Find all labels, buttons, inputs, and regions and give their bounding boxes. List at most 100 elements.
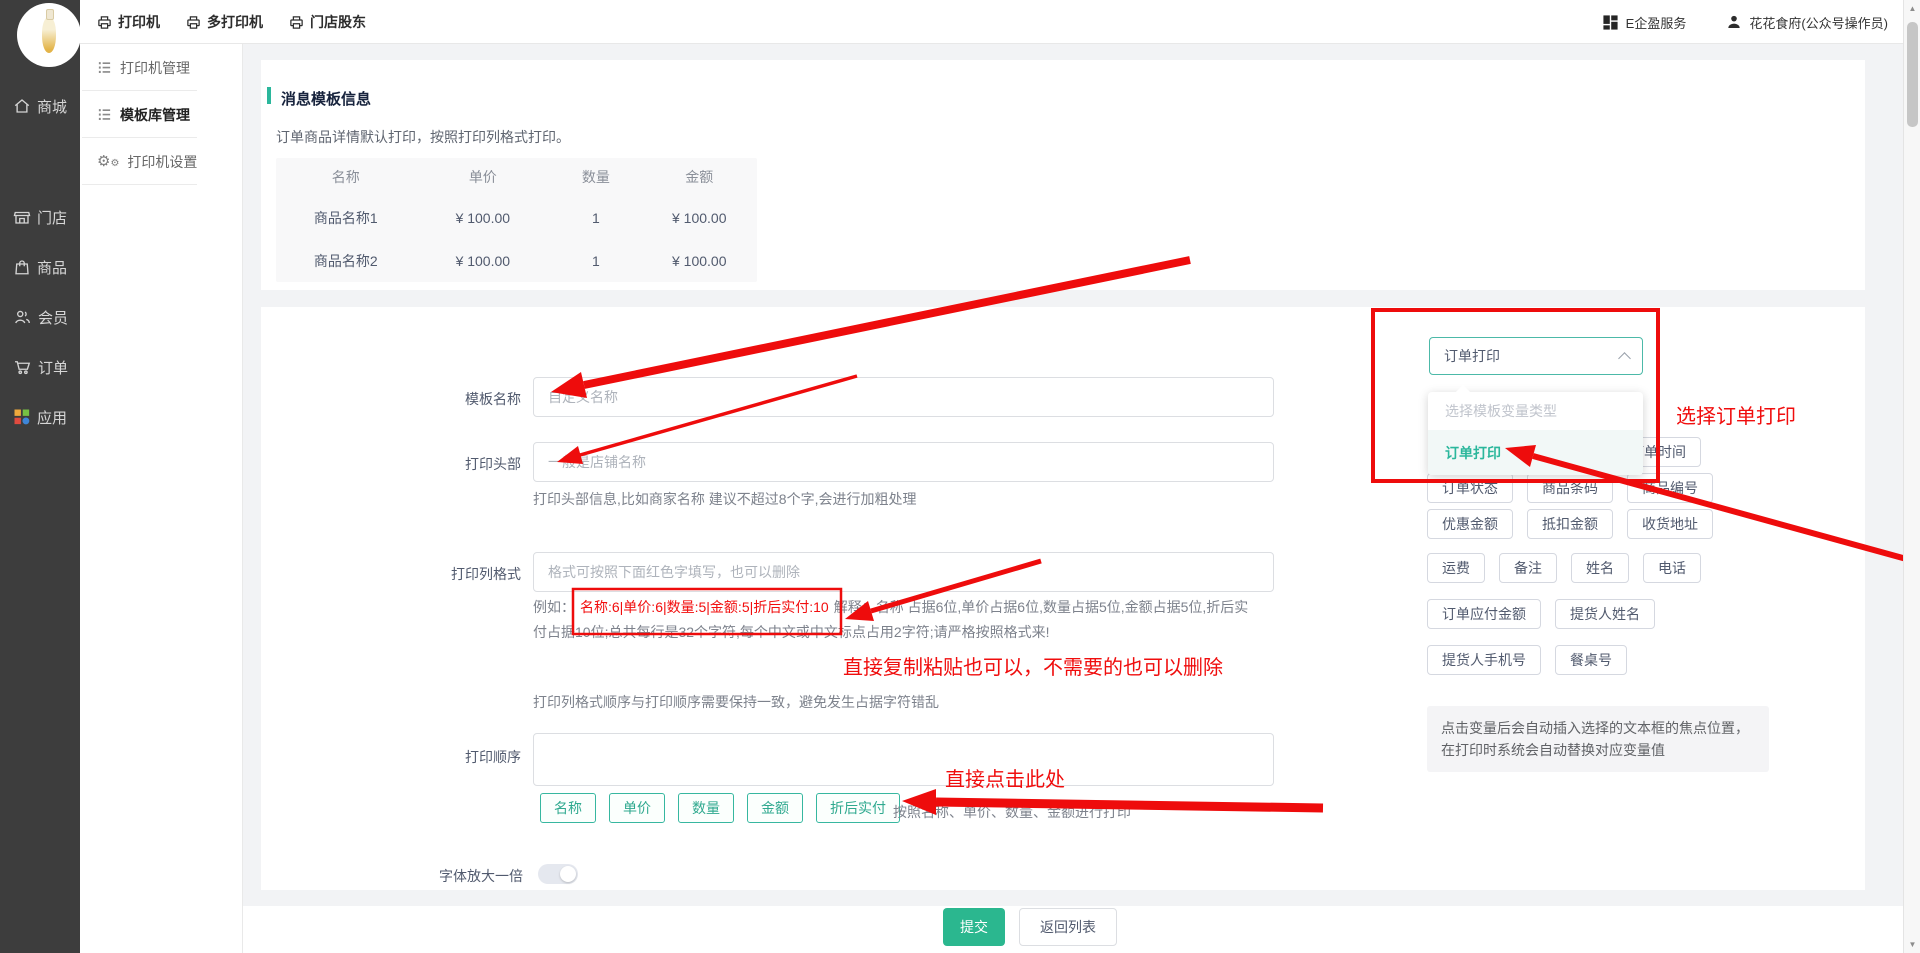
navbar-item-多打印机[interactable]: 多打印机 bbox=[186, 12, 263, 32]
goods-icon bbox=[13, 258, 31, 276]
cart-icon bbox=[13, 358, 32, 376]
service-entry[interactable]: E企盈服务 bbox=[1602, 13, 1687, 32]
navbar-item-门店股东[interactable]: 门店股东 bbox=[289, 12, 366, 32]
submenu-item-模板库管理[interactable]: 模板库管理 bbox=[80, 91, 242, 138]
home-icon bbox=[13, 97, 31, 115]
sidebar-item-label: 订单 bbox=[38, 357, 68, 378]
variable-tag-备注[interactable]: 备注 bbox=[1499, 553, 1557, 583]
avatar[interactable] bbox=[17, 3, 81, 67]
variable-tag-row: 优惠金额抵扣金额收货地址 bbox=[1427, 509, 1713, 539]
example-format-red: 名称:6|单价:6|数量:5|金额:5|折后实付:10 bbox=[580, 599, 829, 615]
service-label: E企盈服务 bbox=[1626, 13, 1687, 32]
table-cell: ¥ 100.00 bbox=[642, 210, 757, 226]
panel-description: 订单商品详情默认打印，按照打印列格式打印。 bbox=[276, 127, 570, 147]
variable-tag-商品编号[interactable]: 商品编号 bbox=[1627, 473, 1713, 503]
variable-tag-电话[interactable]: 电话 bbox=[1643, 553, 1701, 583]
submenu-item-label: 模板库管理 bbox=[120, 105, 190, 125]
navbar-item-打印机[interactable]: 打印机 bbox=[97, 12, 160, 32]
panel-title: 消息模板信息 bbox=[281, 88, 371, 109]
navbar-item-label: 多打印机 bbox=[207, 12, 263, 32]
print-header-input[interactable] bbox=[533, 442, 1274, 482]
chevron-up-icon bbox=[1618, 352, 1631, 365]
scroll-down-arrow[interactable]: ▼ bbox=[1904, 940, 1920, 949]
print-header-label: 打印头部 bbox=[376, 454, 521, 474]
order-tag-名称[interactable]: 名称 bbox=[540, 793, 596, 823]
submenu-item-打印机设置[interactable]: ⚙⚙ 打印机设置 bbox=[80, 138, 242, 185]
sidebar-item-label: 会员 bbox=[38, 307, 68, 328]
print-header-help: 打印头部信息,比如商家名称 建议不超过8个字,会进行加粗处理 bbox=[533, 489, 916, 509]
variable-tag-运费[interactable]: 运费 bbox=[1427, 553, 1485, 583]
order-tag-list: 名称单价数量金额折后实付 bbox=[540, 793, 900, 823]
sidebar-item-应用[interactable]: 应用 bbox=[0, 403, 80, 431]
submenu-item-label: 打印机设置 bbox=[127, 152, 197, 172]
scrollbar-thumb[interactable] bbox=[1907, 22, 1918, 127]
page-scrollbar[interactable]: ▲ ▼ bbox=[1903, 0, 1920, 953]
variable-type-dropdown: 选择模板变量类型订单打印 bbox=[1428, 392, 1643, 475]
variable-tag-优惠金额[interactable]: 优惠金额 bbox=[1427, 509, 1513, 539]
sidebar-item-商品[interactable]: 商品 bbox=[0, 253, 80, 281]
top-navbar: 打印机 多打印机 门店股东 E企盈服务 花花食府(公众号操作员) bbox=[80, 0, 1920, 44]
table-header-cell: 单价 bbox=[415, 167, 550, 187]
title-accent-bar bbox=[267, 87, 271, 104]
sidebar-item-商城[interactable]: 商城 bbox=[0, 92, 80, 120]
variable-note: 点击变量后会自动插入选择的文本框的焦点位置， 在打印时系统会自动替换对应变量值 bbox=[1427, 706, 1769, 772]
submit-button[interactable]: 提交 bbox=[943, 908, 1005, 946]
variable-tag-收货地址[interactable]: 收货地址 bbox=[1627, 509, 1713, 539]
table-row: 商品名称1¥ 100.001¥ 100.00 bbox=[276, 196, 757, 239]
table-cell: 1 bbox=[550, 210, 641, 226]
variable-tag-姓名[interactable]: 姓名 bbox=[1571, 553, 1629, 583]
sub-sidebar: 打印机管理模板库管理 ⚙⚙ 打印机设置 bbox=[80, 44, 243, 953]
table-header-cell: 数量 bbox=[550, 167, 641, 187]
sidebar-item-订单[interactable]: 订单 bbox=[0, 353, 80, 381]
back-to-list-button[interactable]: 返回列表 bbox=[1019, 908, 1117, 946]
gears-icon: ⚙⚙ bbox=[97, 154, 119, 169]
print-order-textarea[interactable] bbox=[533, 733, 1274, 786]
dropdown-option-选择模板变量类型[interactable]: 选择模板变量类型 bbox=[1428, 392, 1643, 430]
table-cell: ¥ 100.00 bbox=[642, 253, 757, 269]
avatar-image bbox=[42, 17, 56, 53]
template-name-input[interactable] bbox=[533, 377, 1274, 417]
sidebar-item-门店[interactable]: 门店 bbox=[0, 203, 80, 231]
toggle-knob bbox=[560, 866, 576, 882]
variable-tag-提货人手机号[interactable]: 提货人手机号 bbox=[1427, 645, 1541, 675]
col-format-note: 打印列格式顺序与打印顺序需要保持一致，避免发生占据字符错乱 bbox=[533, 692, 939, 712]
sidebar-item-会员[interactable]: 会员 bbox=[0, 303, 80, 331]
navbar-menu: 打印机 多打印机 门店股东 bbox=[97, 0, 366, 44]
variable-tag-商品条码[interactable]: 商品条码 bbox=[1527, 473, 1613, 503]
list-icon bbox=[97, 60, 112, 75]
variable-tag-抵扣金额[interactable]: 抵扣金额 bbox=[1527, 509, 1613, 539]
printer-icon bbox=[289, 15, 304, 30]
sidebar-item-label: 商城 bbox=[37, 96, 67, 117]
dropdown-option-订单打印[interactable]: 订单打印 bbox=[1428, 430, 1643, 475]
apps-icon bbox=[13, 408, 31, 426]
variable-tag-订单应付金额[interactable]: 订单应付金额 bbox=[1427, 599, 1541, 629]
sidebar-item-label: 门店 bbox=[37, 207, 67, 228]
order-tag-金额[interactable]: 金额 bbox=[747, 793, 803, 823]
variable-type-select[interactable]: 订单打印 bbox=[1429, 337, 1643, 375]
variable-tag-订单状态[interactable]: 订单状态 bbox=[1427, 473, 1513, 503]
variable-tag-row: 提货人手机号餐桌号 bbox=[1427, 645, 1627, 675]
variable-tag-提货人姓名[interactable]: 提货人姓名 bbox=[1555, 599, 1655, 629]
font-double-toggle[interactable] bbox=[538, 864, 578, 884]
scroll-up-arrow[interactable]: ▲ bbox=[1904, 4, 1920, 13]
print-order-label: 打印顺序 bbox=[376, 747, 521, 767]
col-format-example: 例如：名称:6|单价:6|数量:5|金额:5|折后实付:10解释：名称 占据6位… bbox=[533, 595, 1253, 645]
variable-note-line2: 在打印时系统会自动替换对应变量值 bbox=[1441, 739, 1755, 761]
printer-icon bbox=[97, 15, 112, 30]
main-sidebar: 商城门店商品会员订单应用 bbox=[0, 0, 80, 953]
order-tag-单价[interactable]: 单价 bbox=[609, 793, 665, 823]
order-tag-折后实付[interactable]: 折后实付 bbox=[816, 793, 900, 823]
variable-tag-row: 订单应付金额提货人姓名 bbox=[1427, 599, 1655, 629]
submenu-item-打印机管理[interactable]: 打印机管理 bbox=[80, 44, 242, 91]
account-entry[interactable]: 花花食府(公众号操作员) bbox=[1726, 13, 1888, 32]
variable-tag-餐桌号[interactable]: 餐桌号 bbox=[1555, 645, 1627, 675]
col-format-input[interactable] bbox=[533, 552, 1274, 592]
submenu-item-label: 打印机管理 bbox=[120, 58, 190, 78]
order-tag-数量[interactable]: 数量 bbox=[678, 793, 734, 823]
table-header-cell: 金额 bbox=[642, 167, 757, 187]
sample-print-table: 名称单价数量金额 商品名称1¥ 100.001¥ 100.00商品名称2¥ 10… bbox=[276, 158, 757, 282]
grid-logo-icon bbox=[1602, 14, 1619, 31]
example-prefix: 例如： bbox=[533, 599, 575, 615]
members-icon bbox=[13, 308, 32, 326]
navbar-right: E企盈服务 花花食府(公众号操作员) bbox=[1602, 0, 1888, 44]
